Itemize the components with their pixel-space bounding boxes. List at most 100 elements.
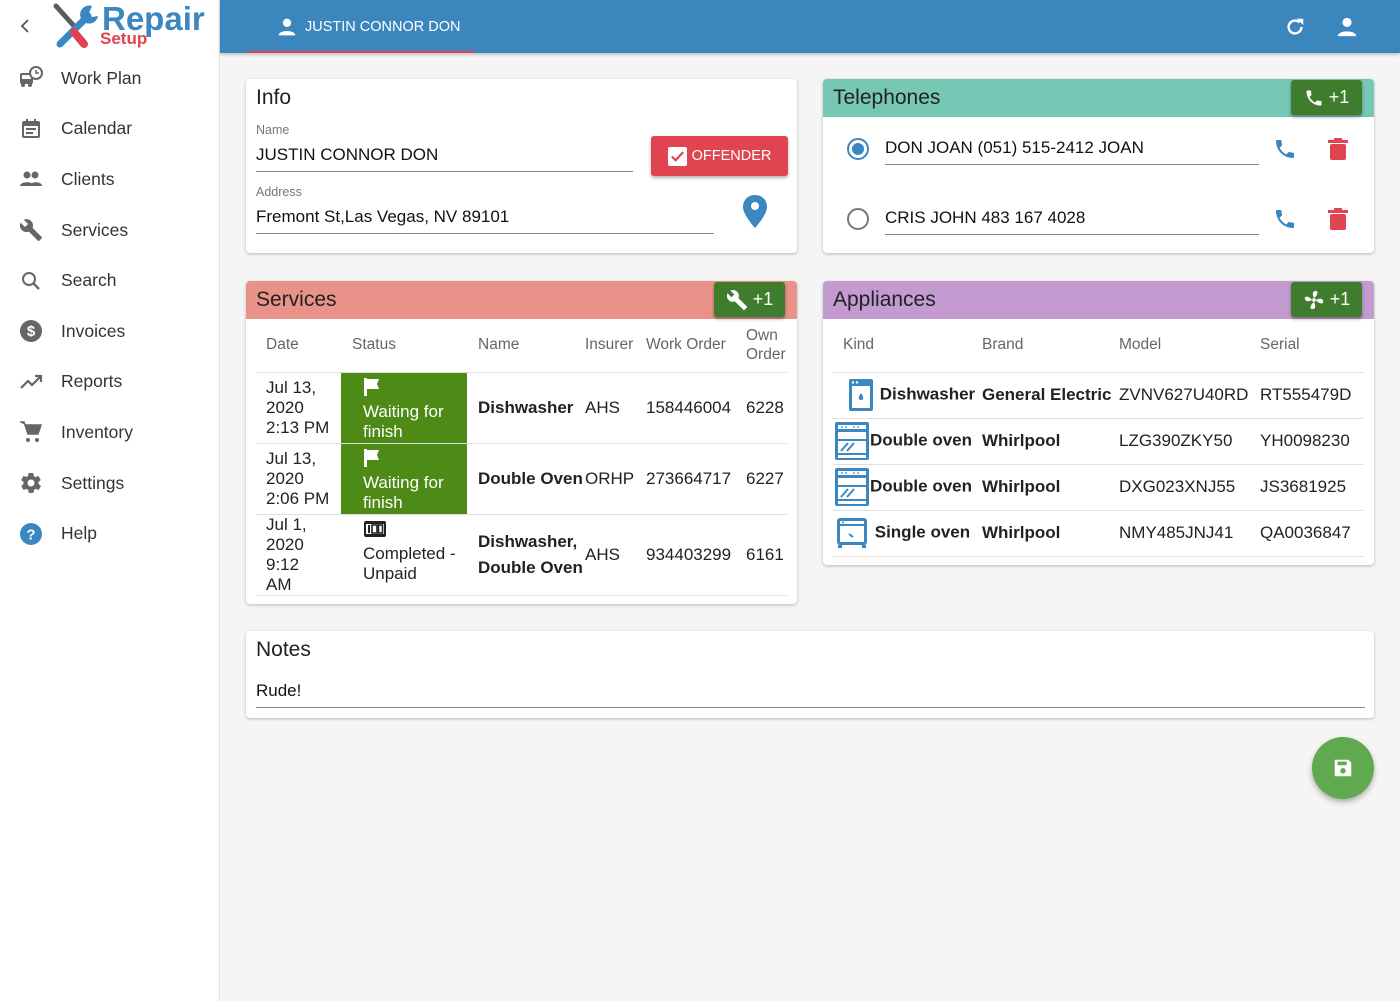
sidebar-item-label: Settings (61, 472, 125, 493)
open-map-button[interactable] (743, 195, 767, 234)
column-header[interactable]: Date (256, 319, 341, 372)
add-service-label: +1 (752, 289, 774, 309)
notes-field[interactable] (256, 681, 1365, 708)
appliance-brand: Whirlpool (982, 431, 1061, 450)
flag-icon (364, 377, 379, 396)
refresh-button[interactable] (1283, 15, 1307, 39)
phone-field[interactable] (885, 138, 1259, 165)
add-service-button[interactable]: +1 (714, 282, 785, 317)
phone-field[interactable] (885, 208, 1259, 235)
column-header[interactable]: Name (467, 319, 585, 372)
appliance-serial: YH0098230 (1260, 431, 1350, 450)
map-pin-icon (743, 195, 767, 228)
sidebar-item-label: Search (61, 270, 117, 291)
sidebar-item-work-plan[interactable]: Work Plan (0, 53, 219, 104)
sidebar-item-clients[interactable]: Clients (0, 154, 219, 205)
service-row[interactable]: Jul 13, 2020 2:06 PM Waiting for finish … (256, 443, 787, 514)
column-header[interactable]: Brand (982, 319, 1119, 372)
info-card-header: Info (246, 79, 797, 117)
service-row[interactable]: Jul 13, 2020 2:13 PM Waiting for finish … (256, 372, 787, 443)
tab-client[interactable]: JUSTIN CONNOR DON (247, 0, 474, 53)
phone-primary-radio[interactable] (847, 208, 869, 230)
name-field[interactable] (256, 145, 633, 172)
appliance-kind: Double oven (833, 418, 982, 464)
service-work-order: 273664717 (646, 468, 732, 488)
appliance-kind: Double oven (833, 464, 982, 510)
service-work-order: 934403299 (646, 544, 732, 564)
service-name: Dishwasher, Double Oven (478, 531, 583, 577)
appliance-kind: Dishwasher (833, 372, 982, 418)
appliance-model: NMY485JNJ41 (1119, 523, 1234, 542)
offender-toggle-button[interactable]: OFFENDER (651, 136, 788, 176)
save-button[interactable] (1312, 737, 1374, 799)
svg-text:$: $ (27, 323, 36, 340)
sidebar-item-invoices[interactable]: $ Invoices (0, 306, 219, 357)
trending-up-icon (19, 370, 43, 394)
people-icon (19, 167, 43, 191)
sidebar-item-label: Clients (61, 168, 115, 189)
appliance-model: DXG023XNJ55 (1119, 477, 1236, 496)
service-own-order: 6228 (746, 397, 784, 417)
phone-icon (1276, 210, 1294, 228)
sidebar-item-services[interactable]: Services (0, 205, 219, 256)
sidebar-item-label: Work Plan (61, 67, 142, 88)
column-header[interactable]: Own Order (746, 319, 787, 372)
call-button[interactable] (1273, 137, 1297, 166)
column-header[interactable]: Insurer (585, 319, 646, 372)
column-header[interactable]: Model (1119, 319, 1260, 372)
delete-phone-button[interactable] (1327, 137, 1349, 166)
call-button[interactable] (1273, 207, 1297, 236)
appliance-model: LZG390ZKY50 (1119, 431, 1233, 450)
sidebar-item-reports[interactable]: Reports (0, 357, 219, 408)
service-own-order: 6227 (746, 468, 784, 488)
appliances-card: Appliances +1 Kind Brand Model Serial Di… (823, 281, 1374, 565)
double-oven-icon (835, 422, 869, 460)
appliances-header-row: Kind Brand Model Serial (833, 319, 1364, 372)
address-field[interactable] (256, 207, 714, 234)
add-telephone-button[interactable]: +1 (1291, 80, 1362, 115)
app-logo[interactable]: Repair Setup (52, 0, 212, 50)
sidebar-item-calendar[interactable]: Calendar (0, 104, 219, 155)
service-status-label: Waiting for finish (363, 472, 444, 512)
service-status-label: Completed - Unpaid (363, 543, 456, 583)
counter-100-icon (364, 520, 386, 537)
chevron-left-icon (20, 19, 29, 33)
wrench-icon (19, 218, 43, 242)
add-appliance-button[interactable]: +1 (1291, 282, 1362, 317)
service-date-text: Jul 1, 2020 9:12 AM (266, 514, 307, 594)
dishwasher-icon (849, 379, 873, 411)
services-header-row: Date Status Name Insurer Work Order Own … (256, 319, 787, 372)
sidebar-item-inventory[interactable]: Inventory (0, 407, 219, 458)
appliance-serial: RT555479D (1260, 385, 1352, 404)
appliance-row[interactable]: Double oven Whirlpool DXG023XNJ55 JS3681… (833, 464, 1364, 510)
sidebar-item-search[interactable]: Search (0, 255, 219, 306)
calendar-icon (19, 117, 43, 141)
appliances-table: Kind Brand Model Serial Dishwasher Gener… (833, 319, 1364, 557)
service-insurer: AHS (585, 544, 620, 564)
service-name: Double Oven (478, 468, 583, 488)
sidebar-item-help[interactable]: ? Help (0, 508, 219, 559)
account-button[interactable] (1335, 15, 1359, 39)
column-header[interactable]: Status (341, 319, 467, 372)
service-row[interactable]: Jul 1, 2020 9:12 AM Completed - Unpaid D… (256, 514, 787, 595)
phone-icon (1306, 90, 1322, 105)
delete-phone-button[interactable] (1327, 207, 1349, 236)
sidebar-item-settings[interactable]: Settings (0, 458, 219, 509)
appliance-row[interactable]: Dishwasher General Electric ZVNV627U40RD… (833, 372, 1364, 418)
appliance-serial: JS3681925 (1260, 477, 1347, 496)
search-icon (19, 269, 43, 293)
appliances-card-header: Appliances +1 (823, 281, 1374, 319)
phone-primary-radio-selected[interactable] (847, 138, 869, 160)
sidebar-nav: Work Plan Calendar Clients Services Sear… (0, 53, 219, 559)
notes-title: Notes (256, 638, 311, 661)
service-name: Dishwasher (478, 397, 574, 417)
column-header[interactable]: Serial (1260, 319, 1364, 372)
notes-card-header: Notes (246, 631, 1374, 669)
appliance-serial: QA0036847 (1260, 523, 1351, 542)
appliance-row[interactable]: Double oven Whirlpool LZG390ZKY50 YH0098… (833, 418, 1364, 464)
info-title: Info (256, 86, 292, 109)
column-header[interactable]: Work Order (646, 319, 746, 372)
column-header[interactable]: Kind (833, 319, 982, 372)
appliance-row[interactable]: Single oven Whirlpool NMY485JNJ41 QA0036… (833, 510, 1364, 556)
collapse-sidebar-button[interactable] (18, 14, 38, 38)
